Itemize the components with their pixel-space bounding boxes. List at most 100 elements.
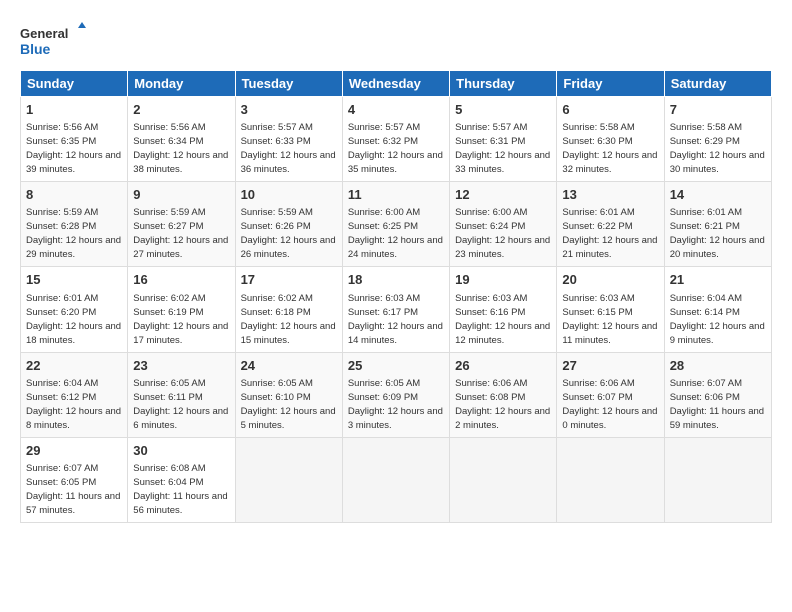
day-number: 28 [670, 357, 766, 375]
day-daylight: Daylight: 12 hours and 23 minutes. [455, 235, 550, 260]
day-sunrise: Sunrise: 5:58 AM [562, 122, 634, 133]
day-number: 29 [26, 442, 122, 460]
calendar-week-row: 29 Sunrise: 6:07 AM Sunset: 6:05 PM Dayl… [21, 437, 772, 522]
day-sunrise: Sunrise: 6:00 AM [348, 207, 420, 218]
day-daylight: Daylight: 12 hours and 3 minutes. [348, 406, 443, 431]
calendar-cell: 25 Sunrise: 6:05 AM Sunset: 6:09 PM Dayl… [342, 352, 449, 437]
day-sunrise: Sunrise: 6:01 AM [670, 207, 742, 218]
day-sunset: Sunset: 6:07 PM [562, 392, 632, 403]
day-number: 19 [455, 271, 551, 289]
day-number: 14 [670, 186, 766, 204]
day-sunrise: Sunrise: 6:04 AM [26, 378, 98, 389]
day-daylight: Daylight: 12 hours and 21 minutes. [562, 235, 657, 260]
day-sunrise: Sunrise: 5:59 AM [26, 207, 98, 218]
day-sunset: Sunset: 6:32 PM [348, 136, 418, 147]
calendar-cell: 10 Sunrise: 5:59 AM Sunset: 6:26 PM Dayl… [235, 182, 342, 267]
day-sunrise: Sunrise: 5:57 AM [241, 122, 313, 133]
day-daylight: Daylight: 12 hours and 12 minutes. [455, 321, 550, 346]
calendar-cell: 12 Sunrise: 6:00 AM Sunset: 6:24 PM Dayl… [450, 182, 557, 267]
day-header-tuesday: Tuesday [235, 71, 342, 97]
day-sunrise: Sunrise: 5:58 AM [670, 122, 742, 133]
day-number: 13 [562, 186, 658, 204]
day-sunrise: Sunrise: 6:04 AM [670, 293, 742, 304]
calendar-cell: 14 Sunrise: 6:01 AM Sunset: 6:21 PM Dayl… [664, 182, 771, 267]
day-daylight: Daylight: 12 hours and 9 minutes. [670, 321, 765, 346]
day-sunrise: Sunrise: 6:01 AM [562, 207, 634, 218]
day-sunrise: Sunrise: 6:08 AM [133, 463, 205, 474]
calendar-cell: 24 Sunrise: 6:05 AM Sunset: 6:10 PM Dayl… [235, 352, 342, 437]
day-daylight: Daylight: 12 hours and 15 minutes. [241, 321, 336, 346]
day-number: 3 [241, 101, 337, 119]
day-sunrise: Sunrise: 6:06 AM [562, 378, 634, 389]
day-daylight: Daylight: 12 hours and 8 minutes. [26, 406, 121, 431]
day-sunset: Sunset: 6:26 PM [241, 221, 311, 232]
calendar-cell [342, 437, 449, 522]
day-daylight: Daylight: 12 hours and 36 minutes. [241, 150, 336, 175]
day-number: 11 [348, 186, 444, 204]
calendar-cell: 27 Sunrise: 6:06 AM Sunset: 6:07 PM Dayl… [557, 352, 664, 437]
day-sunset: Sunset: 6:30 PM [562, 136, 632, 147]
calendar-week-row: 15 Sunrise: 6:01 AM Sunset: 6:20 PM Dayl… [21, 267, 772, 352]
day-sunset: Sunset: 6:12 PM [26, 392, 96, 403]
day-sunset: Sunset: 6:20 PM [26, 307, 96, 318]
day-daylight: Daylight: 12 hours and 6 minutes. [133, 406, 228, 431]
day-daylight: Daylight: 12 hours and 20 minutes. [670, 235, 765, 260]
day-number: 15 [26, 271, 122, 289]
day-daylight: Daylight: 12 hours and 11 minutes. [562, 321, 657, 346]
day-sunrise: Sunrise: 5:56 AM [133, 122, 205, 133]
day-sunset: Sunset: 6:11 PM [133, 392, 203, 403]
day-sunset: Sunset: 6:08 PM [455, 392, 525, 403]
day-sunset: Sunset: 6:24 PM [455, 221, 525, 232]
calendar-cell: 5 Sunrise: 5:57 AM Sunset: 6:31 PM Dayli… [450, 97, 557, 182]
day-sunset: Sunset: 6:04 PM [133, 477, 203, 488]
day-sunset: Sunset: 6:21 PM [670, 221, 740, 232]
calendar-cell: 19 Sunrise: 6:03 AM Sunset: 6:16 PM Dayl… [450, 267, 557, 352]
page-header: General Blue [20, 20, 772, 60]
day-daylight: Daylight: 12 hours and 2 minutes. [455, 406, 550, 431]
day-sunrise: Sunrise: 6:06 AM [455, 378, 527, 389]
day-sunrise: Sunrise: 5:56 AM [26, 122, 98, 133]
day-number: 23 [133, 357, 229, 375]
day-sunrise: Sunrise: 6:05 AM [133, 378, 205, 389]
day-number: 8 [26, 186, 122, 204]
day-header-saturday: Saturday [664, 71, 771, 97]
logo-svg: General Blue [20, 20, 90, 60]
calendar-cell: 16 Sunrise: 6:02 AM Sunset: 6:19 PM Dayl… [128, 267, 235, 352]
calendar-cell: 2 Sunrise: 5:56 AM Sunset: 6:34 PM Dayli… [128, 97, 235, 182]
day-sunset: Sunset: 6:33 PM [241, 136, 311, 147]
day-number: 25 [348, 357, 444, 375]
day-daylight: Daylight: 12 hours and 35 minutes. [348, 150, 443, 175]
calendar-week-row: 22 Sunrise: 6:04 AM Sunset: 6:12 PM Dayl… [21, 352, 772, 437]
day-daylight: Daylight: 12 hours and 32 minutes. [562, 150, 657, 175]
calendar-cell: 1 Sunrise: 5:56 AM Sunset: 6:35 PM Dayli… [21, 97, 128, 182]
day-number: 18 [348, 271, 444, 289]
calendar-cell: 8 Sunrise: 5:59 AM Sunset: 6:28 PM Dayli… [21, 182, 128, 267]
day-header-monday: Monday [128, 71, 235, 97]
day-number: 22 [26, 357, 122, 375]
day-number: 20 [562, 271, 658, 289]
day-sunset: Sunset: 6:34 PM [133, 136, 203, 147]
day-sunset: Sunset: 6:14 PM [670, 307, 740, 318]
calendar-cell [235, 437, 342, 522]
day-daylight: Daylight: 12 hours and 26 minutes. [241, 235, 336, 260]
day-number: 2 [133, 101, 229, 119]
day-sunset: Sunset: 6:10 PM [241, 392, 311, 403]
day-sunset: Sunset: 6:06 PM [670, 392, 740, 403]
day-sunrise: Sunrise: 6:05 AM [241, 378, 313, 389]
day-sunset: Sunset: 6:05 PM [26, 477, 96, 488]
day-sunset: Sunset: 6:18 PM [241, 307, 311, 318]
calendar-cell: 7 Sunrise: 5:58 AM Sunset: 6:29 PM Dayli… [664, 97, 771, 182]
calendar-cell: 6 Sunrise: 5:58 AM Sunset: 6:30 PM Dayli… [557, 97, 664, 182]
calendar-cell: 30 Sunrise: 6:08 AM Sunset: 6:04 PM Dayl… [128, 437, 235, 522]
day-daylight: Daylight: 12 hours and 5 minutes. [241, 406, 336, 431]
calendar-cell: 28 Sunrise: 6:07 AM Sunset: 6:06 PM Dayl… [664, 352, 771, 437]
day-number: 27 [562, 357, 658, 375]
day-sunrise: Sunrise: 6:02 AM [241, 293, 313, 304]
day-number: 7 [670, 101, 766, 119]
day-sunset: Sunset: 6:19 PM [133, 307, 203, 318]
day-sunrise: Sunrise: 6:05 AM [348, 378, 420, 389]
day-sunset: Sunset: 6:17 PM [348, 307, 418, 318]
day-sunrise: Sunrise: 6:07 AM [670, 378, 742, 389]
calendar-cell: 22 Sunrise: 6:04 AM Sunset: 6:12 PM Dayl… [21, 352, 128, 437]
svg-text:General: General [20, 26, 68, 41]
